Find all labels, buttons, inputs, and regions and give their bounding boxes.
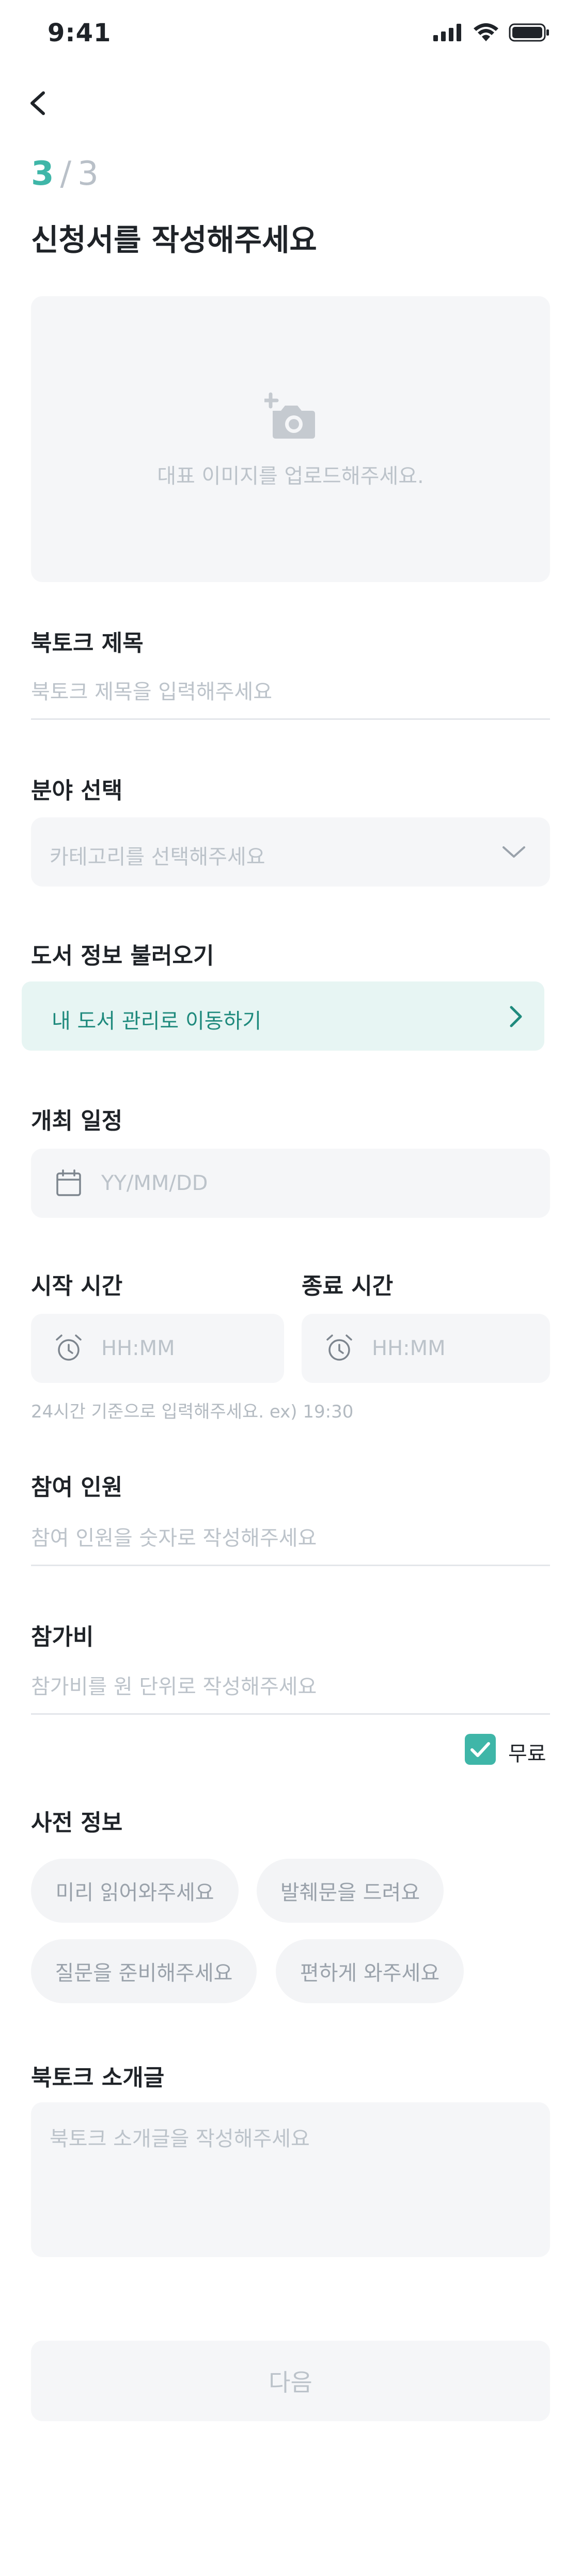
step-separator: / — [60, 155, 72, 193]
calendar-icon — [56, 1169, 81, 1196]
book-info-label: 도서 정보 불러오기 — [31, 943, 214, 969]
end-time-field[interactable]: HH:MM — [302, 1314, 550, 1383]
alarm-clock-icon — [56, 1334, 82, 1361]
free-label: 무료 — [508, 1742, 546, 1766]
participants-label: 참여 인원 — [31, 1474, 123, 1501]
step-total: 3 — [77, 155, 99, 193]
category-label: 분야 선택 — [31, 778, 123, 804]
free-checkbox[interactable] — [465, 1734, 496, 1765]
book-management-label: 내 도서 관리로 이동하기 — [52, 1009, 262, 1033]
end-time-placeholder: HH:MM — [372, 1337, 446, 1360]
add-photo-icon — [264, 392, 315, 439]
fee-underline — [31, 1713, 550, 1715]
intro-placeholder: 북토크 소개글을 작성해주세요 — [50, 2127, 310, 2151]
schedule-placeholder: YY/MM/DD — [101, 1171, 208, 1195]
alarm-clock-icon — [326, 1334, 352, 1361]
pre-info-chip[interactable]: 미리 읽어와주세요 — [31, 1859, 239, 1923]
fee-input[interactable]: 참가비를 원 단위로 작성해주세요 — [31, 1670, 317, 1700]
status-icons — [433, 23, 550, 42]
book-management-button[interactable]: 내 도서 관리로 이동하기 — [22, 981, 544, 1051]
check-icon — [470, 1742, 490, 1757]
step-current: 3 — [31, 155, 54, 193]
schedule-date-field[interactable]: YY/MM/DD — [31, 1149, 550, 1218]
participants-underline — [31, 1565, 550, 1566]
battery-icon — [509, 23, 549, 42]
intro-label: 북토크 소개글 — [31, 2065, 165, 2091]
pre-info-label: 사전 정보 — [31, 1810, 123, 1836]
participants-input[interactable]: 참여 인원을 숫자로 작성해주세요 — [31, 1521, 317, 1551]
booktalk-title-input[interactable]: 북토크 제목을 입력해주세요 — [31, 675, 272, 705]
step-indicator: 3/3 — [31, 155, 99, 193]
pre-info-chip[interactable]: 질문을 준비해주세요 — [31, 1939, 257, 2003]
image-upload-area[interactable]: 대표 이미지를 업로드해주세요. — [31, 296, 550, 582]
booktalk-title-underline — [31, 718, 550, 720]
signal-icon — [433, 24, 461, 41]
pre-info-chip[interactable]: 편하게 와주세요 — [276, 1939, 464, 2003]
back-button[interactable] — [21, 83, 57, 124]
next-button[interactable]: 다음 — [31, 2341, 550, 2421]
chevron-down-icon — [503, 846, 525, 858]
pre-info-chip[interactable]: 발췌문을 드려요 — [257, 1859, 444, 1923]
time-hint: 24시간 기준으로 입력해주세요. ex) 19:30 — [31, 1402, 354, 1422]
page-title: 신청서를 작성해주세요 — [31, 222, 317, 257]
category-placeholder: 카테고리를 선택해주세요 — [50, 845, 265, 869]
end-time-label: 종료 시간 — [302, 1273, 394, 1299]
intro-textarea[interactable]: 북토크 소개글을 작성해주세요 — [31, 2102, 550, 2257]
fee-label: 참가비 — [31, 1624, 94, 1650]
category-select[interactable]: 카테고리를 선택해주세요 — [31, 817, 550, 887]
start-time-field[interactable]: HH:MM — [31, 1314, 284, 1383]
chevron-right-icon — [510, 1006, 522, 1027]
status-time: 9:41 — [48, 19, 112, 47]
booktalk-title-label: 북토크 제목 — [31, 630, 144, 656]
wifi-icon — [474, 23, 498, 41]
start-time-label: 시작 시간 — [31, 1273, 123, 1299]
image-upload-placeholder: 대표 이미지를 업로드해주세요. — [157, 464, 424, 488]
chevron-left-icon — [30, 91, 45, 115]
schedule-label: 개최 일정 — [31, 1108, 123, 1134]
start-time-placeholder: HH:MM — [101, 1337, 175, 1360]
